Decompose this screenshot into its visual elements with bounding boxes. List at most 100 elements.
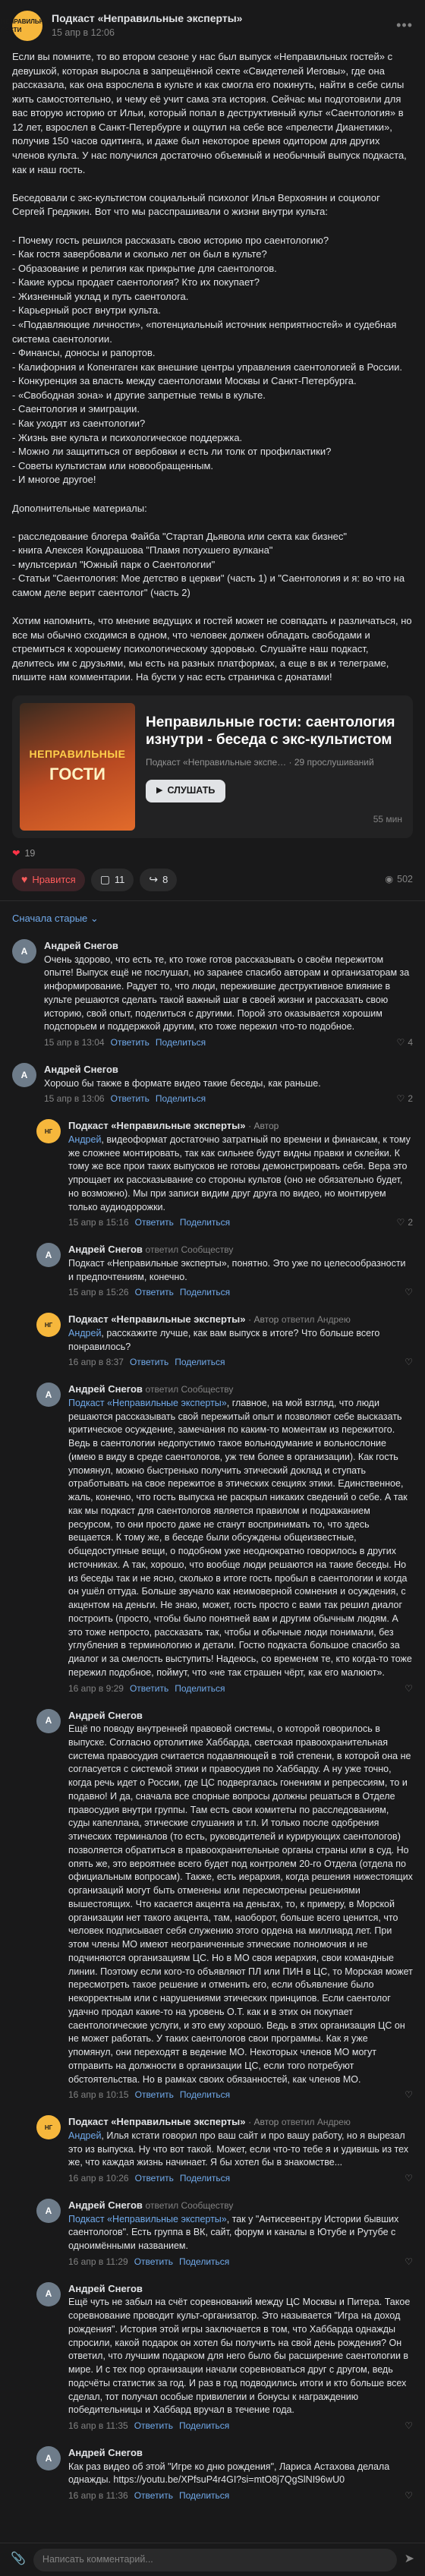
listen-button[interactable]: ▶ СЛУШАТЬ xyxy=(146,780,226,803)
avatar[interactable]: А xyxy=(36,1243,61,1268)
comment-author[interactable]: Подкаст «Неправильные эксперты» · Автор xyxy=(68,1119,413,1133)
reply-button[interactable]: Ответить xyxy=(134,2489,173,2502)
comment-author-name[interactable]: Андрей Снегов xyxy=(68,1244,143,1255)
comment-author[interactable]: Андрей Снегов xyxy=(68,1709,413,1723)
like-button[interactable]: ♥ Нравится xyxy=(12,868,85,891)
comment-date[interactable]: 16 апр в 9:29 xyxy=(68,1682,124,1695)
comment-like-button[interactable]: ♡ xyxy=(405,2089,413,2101)
comment-like-button[interactable]: ♡ xyxy=(405,2420,413,2433)
send-icon[interactable]: ➤ xyxy=(405,2551,414,2568)
comment-text: Подкаст «Неправильные эксперты», главное… xyxy=(68,1397,413,1680)
comment-author-name[interactable]: Подкаст «Неправильные эксперты» xyxy=(68,1120,246,1131)
share-comment-button[interactable]: Поделиться xyxy=(156,1093,206,1105)
reply-button[interactable]: Ответить xyxy=(134,2420,173,2433)
comment-date[interactable]: 16 апр в 10:26 xyxy=(68,2172,129,2185)
comment-author[interactable]: Андрей Снегов ответил Сообществу xyxy=(68,2199,413,2212)
comment-like-button[interactable]: ♡ xyxy=(405,2489,413,2502)
avatar[interactable]: НГ xyxy=(36,1313,61,1338)
comment-input[interactable]: Написать комментарий... xyxy=(33,2548,397,2571)
reply-button[interactable]: Ответить xyxy=(130,1682,168,1695)
comment-date[interactable]: 16 апр в 10:15 xyxy=(68,2089,129,2101)
podcast-cover: НЕПРАВИЛЬНЫЕ ГОСТИ xyxy=(20,703,135,831)
comment-like-button[interactable]: ♡ xyxy=(405,1286,413,1299)
comment-text: Ещё по поводу внутренней правовой систем… xyxy=(68,1723,416,2085)
comment-author[interactable]: Подкаст «Неправильные эксперты» · Автор … xyxy=(68,1313,413,1326)
avatar[interactable]: А xyxy=(36,1708,61,1733)
podcast-duration: 55 мин xyxy=(373,813,402,825)
attach-icon[interactable]: 📎 xyxy=(11,2551,26,2568)
heart-outline-icon: ♡ xyxy=(396,1093,405,1105)
comment-date[interactable]: 15 апр в 13:06 xyxy=(44,1093,105,1105)
group-avatar[interactable]: НЕПРАВИЛЬНЫЕ ГОСТИ xyxy=(1,11,54,41)
avatar[interactable]: НГ xyxy=(36,1119,61,1144)
reply-button[interactable]: Ответить xyxy=(135,2172,174,2185)
avatar[interactable]: А xyxy=(36,2281,61,2306)
comment-author-name[interactable]: Андрей Снегов xyxy=(68,2199,143,2211)
reply-button[interactable]: Ответить xyxy=(135,2089,174,2101)
post-page: НЕПРАВИЛЬНЫЕ ГОСТИ Подкаст «Неправильные… xyxy=(0,0,425,2576)
mention-link[interactable]: Подкаст «Неправильные эксперты» xyxy=(68,1398,227,1408)
comment-like-button[interactable]: ♡ xyxy=(405,2172,413,2185)
share-comment-button[interactable]: Поделиться xyxy=(180,1286,230,1299)
share-comment-button[interactable]: Поделиться xyxy=(156,1036,206,1049)
comment-like-button[interactable]: ♡ 2 xyxy=(397,1216,413,1229)
share-comment-button[interactable]: Поделиться xyxy=(180,2172,230,2185)
post-author-name[interactable]: Подкаст «Неправильные эксперты» xyxy=(52,11,242,27)
share-comment-button[interactable]: Поделиться xyxy=(179,2489,229,2502)
avatar[interactable]: НГ xyxy=(36,2115,61,2140)
avatar[interactable]: А xyxy=(12,1063,36,1088)
more-icon[interactable]: ••• xyxy=(396,16,413,36)
avatar[interactable]: А xyxy=(36,1383,61,1408)
avatar[interactable]: А xyxy=(36,2199,61,2224)
mention-link[interactable]: Подкаст «Неправильные эксперты» xyxy=(68,2214,227,2224)
comment-author-name[interactable]: Андрей Снегов xyxy=(68,1383,143,1395)
reply-button[interactable]: Ответить xyxy=(134,2256,173,2269)
comment-like-button[interactable]: ♡ 2 xyxy=(397,1093,413,1105)
comment-date[interactable]: 15 апр в 15:16 xyxy=(68,1216,129,1229)
podcast-title[interactable]: Неправильные гости: саентология изнутри … xyxy=(146,714,405,749)
comment-like-button[interactable]: ♡ xyxy=(405,2256,413,2269)
comment-date[interactable]: 16 апр в 8:37 xyxy=(68,1356,124,1369)
comment-date[interactable]: 16 апр в 11:29 xyxy=(68,2256,128,2269)
comment-author-name[interactable]: Подкаст «Неправильные эксперты» xyxy=(68,1313,246,1325)
avatar[interactable]: А xyxy=(12,939,36,964)
share-comment-button[interactable]: Поделиться xyxy=(179,2420,229,2433)
avatar[interactable]: А xyxy=(36,2446,61,2471)
comment-date[interactable]: 15 апр в 13:04 xyxy=(44,1036,105,1049)
reply-button[interactable]: Ответить xyxy=(135,1286,174,1299)
comment-like-button[interactable]: ♡ xyxy=(405,1356,413,1369)
comment-author[interactable]: Андрей Снегов ответил Сообществу xyxy=(68,1383,413,1396)
share-comment-button[interactable]: Поделиться xyxy=(175,1356,225,1369)
comment-date[interactable]: 15 апр в 15:26 xyxy=(68,1286,129,1299)
comment-author-name[interactable]: Подкаст «Неправильные эксперты» xyxy=(68,2116,246,2127)
share-comment-button[interactable]: Поделиться xyxy=(180,1216,230,1229)
comment-text: Подкаст «Неправильные эксперты», понятно… xyxy=(68,1257,409,1282)
reply-button[interactable]: Ответить xyxy=(135,1216,174,1229)
mention-link[interactable]: Андрей xyxy=(68,1134,101,1145)
comment-author[interactable]: Андрей Снегов xyxy=(44,939,413,953)
comment-like-button[interactable]: ♡ xyxy=(405,1682,413,1695)
mention-link[interactable]: Андрей xyxy=(68,2130,101,2141)
reply-button[interactable]: Ответить xyxy=(111,1036,150,1049)
reply-button[interactable]: Ответить xyxy=(130,1356,168,1369)
reply-button[interactable]: Ответить xyxy=(111,1093,150,1105)
share-comment-button[interactable]: Поделиться xyxy=(179,2256,229,2269)
comment-author[interactable]: Андрей Снегов ответил Сообществу xyxy=(68,1243,413,1256)
comment-author[interactable]: Андрей Снегов xyxy=(68,2282,413,2296)
comment-date[interactable]: 16 апр в 11:36 xyxy=(68,2489,128,2502)
post-date[interactable]: 15 апр в 12:06 xyxy=(52,27,242,40)
comment-author[interactable]: Андрей Снегов xyxy=(44,1063,413,1077)
comments-sort[interactable]: Сначала старые ⌄ xyxy=(0,901,425,933)
mention-link[interactable]: Андрей xyxy=(68,1328,101,1338)
share-comment-button[interactable]: Поделиться xyxy=(180,2089,230,2101)
podcast-card[interactable]: НЕПРАВИЛЬНЫЕ ГОСТИ Неправильные гости: с… xyxy=(12,695,413,839)
comment-author[interactable]: Андрей Снегов xyxy=(68,2446,413,2460)
comments-button[interactable]: ▢ 11 xyxy=(90,868,134,891)
share-comment-button[interactable]: Поделиться xyxy=(175,1682,225,1695)
sort-label[interactable]: Сначала старые xyxy=(12,913,87,924)
comment-author[interactable]: Подкаст «Неправильные эксперты» · Автор … xyxy=(68,2115,413,2129)
share-button[interactable]: ↪ 8 xyxy=(140,868,178,891)
comment-like-button[interactable]: ♡ 4 xyxy=(397,1036,413,1049)
reactions-row[interactable]: ❤ 19 xyxy=(0,838,425,861)
comment-date[interactable]: 16 апр в 11:35 xyxy=(68,2420,128,2433)
